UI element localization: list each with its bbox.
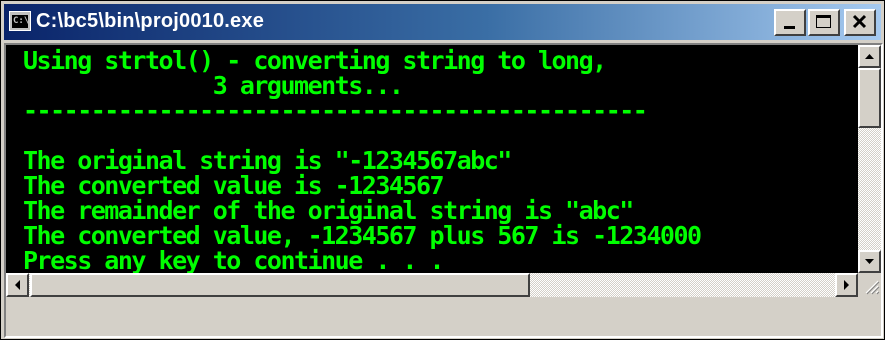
vertical-scroll-thumb[interactable]	[858, 68, 881, 128]
resize-grip-icon	[865, 280, 880, 295]
console-output[interactable]: Using strtol() - converting string to lo…	[6, 45, 858, 273]
scroll-left-arrow-icon	[15, 280, 20, 290]
console-line: 3 arguments...	[23, 71, 404, 100]
console-line: The remainder of the original string is …	[23, 196, 634, 225]
console-line: The converted value, -1234567 plus 567 i…	[23, 221, 702, 250]
resize-grip[interactable]	[858, 273, 881, 297]
console-line: The converted value is -1234567	[23, 171, 445, 200]
console-line: The original string is "-1234567abc"	[23, 146, 512, 175]
maximize-icon	[816, 15, 831, 28]
console-line: Using strtol() - converting string to lo…	[23, 46, 607, 75]
console-line: Press any key to continue . . .	[23, 246, 445, 273]
window-bottom-frame	[6, 297, 881, 336]
scroll-down-button[interactable]	[858, 250, 881, 273]
console-line: ----------------------------------------…	[23, 96, 648, 125]
console-window: C:\ C:\bc5\bin\proj0010.exe Using strtol…	[0, 0, 885, 340]
window-title: C:\bc5\bin\proj0010.exe	[36, 10, 265, 32]
horizontal-scroll-thumb[interactable]	[30, 273, 530, 297]
console-window-icon[interactable]: C:\	[9, 11, 31, 31]
title-bar[interactable]: C:\ C:\bc5\bin\proj0010.exe	[4, 4, 881, 40]
client-area: Using strtol() - converting string to lo…	[4, 43, 883, 338]
window-controls	[774, 9, 876, 37]
scroll-up-button[interactable]	[858, 45, 881, 68]
scroll-left-button[interactable]	[6, 273, 29, 297]
horizontal-scrollbar[interactable]	[6, 273, 858, 297]
scroll-right-button[interactable]	[835, 273, 858, 297]
scroll-up-arrow-icon	[865, 54, 874, 59]
maximize-button[interactable]	[808, 9, 840, 36]
close-button[interactable]	[844, 9, 876, 36]
minimize-icon	[784, 26, 795, 29]
scroll-down-arrow-icon	[865, 259, 874, 264]
minimize-button[interactable]	[774, 9, 806, 36]
scroll-right-arrow-icon	[844, 280, 849, 290]
close-icon	[852, 14, 867, 29]
vertical-scrollbar[interactable]	[858, 45, 881, 273]
